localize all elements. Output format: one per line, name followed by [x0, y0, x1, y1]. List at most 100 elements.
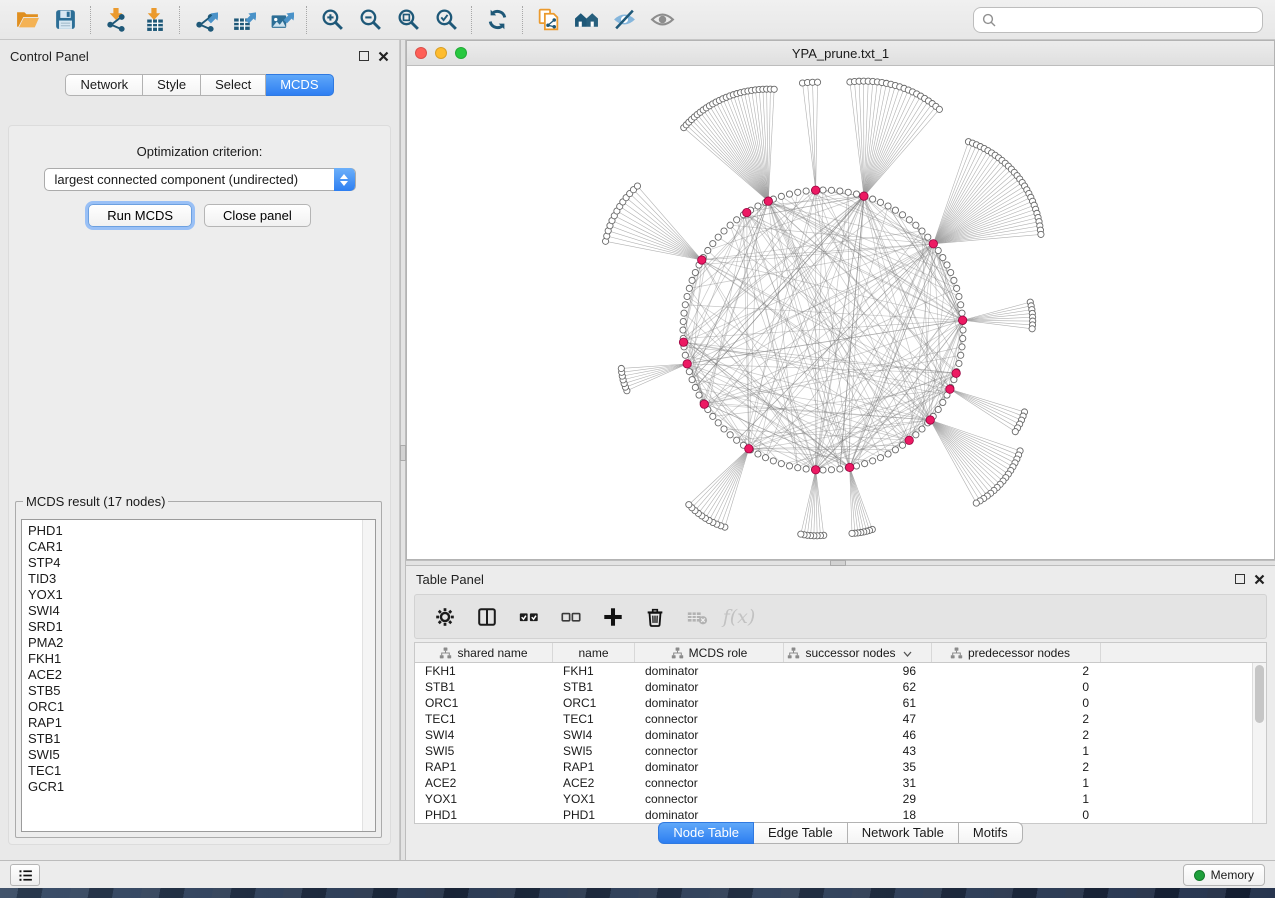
table-cell[interactable]: SWI4 — [415, 727, 553, 743]
task-history-button[interactable] — [10, 864, 40, 886]
table-cell[interactable]: SWI4 — [553, 727, 635, 743]
table-cell[interactable]: TEC1 — [415, 711, 553, 727]
mcds-result-item[interactable]: CAR1 — [28, 539, 375, 555]
table-cell[interactable]: ORC1 — [415, 695, 553, 711]
table-cell[interactable]: SWI5 — [553, 743, 635, 759]
first-neighbors-button[interactable] — [567, 4, 605, 36]
table-cell[interactable]: 1 — [932, 791, 1101, 807]
hide-selected-button[interactable] — [605, 4, 643, 36]
tab-network-table[interactable]: Network Table — [848, 822, 959, 844]
column-header-MCDS-role[interactable]: MCDS role — [635, 643, 784, 662]
table-cell[interactable]: STB1 — [553, 679, 635, 695]
open-file-button[interactable] — [8, 4, 46, 36]
zoom-fit-button[interactable] — [389, 4, 427, 36]
table-row[interactable]: STB1STB1dominator620 — [415, 679, 1266, 695]
zoom-out-button[interactable] — [351, 4, 389, 36]
float-table-panel-icon[interactable] — [1235, 574, 1245, 584]
export-table-button[interactable] — [224, 4, 262, 36]
table-cell[interactable]: 2 — [932, 727, 1101, 743]
table-cell[interactable]: PHD1 — [415, 807, 553, 823]
export-image-button[interactable] — [262, 4, 300, 36]
table-cell[interactable]: RAP1 — [415, 759, 553, 775]
table-cell[interactable]: dominator — [635, 759, 784, 775]
mcds-result-item[interactable]: TID3 — [28, 571, 375, 587]
tab-select[interactable]: Select — [201, 74, 266, 96]
table-cell[interactable]: dominator — [635, 695, 784, 711]
mcds-result-item[interactable]: ACE2 — [28, 667, 375, 683]
table-cell[interactable]: 1 — [932, 743, 1101, 759]
select-all-rows-button[interactable] — [513, 600, 545, 634]
export-network-button[interactable] — [186, 4, 224, 36]
table-row[interactable]: ORC1ORC1dominator610 — [415, 695, 1266, 711]
table-row[interactable]: TEC1TEC1connector472 — [415, 711, 1266, 727]
column-header-predecessor-nodes[interactable]: predecessor nodes — [932, 643, 1101, 662]
table-cell[interactable]: 62 — [784, 679, 932, 695]
table-cell[interactable]: dominator — [635, 727, 784, 743]
table-cell[interactable]: 46 — [784, 727, 932, 743]
mcds-result-list[interactable]: PHD1CAR1STP4TID3YOX1SWI4SRD1PMA2FKH1ACE2… — [21, 519, 376, 832]
zoom-selected-button[interactable] — [427, 4, 465, 36]
table-scrollbar[interactable] — [1252, 663, 1266, 823]
tab-edge-table[interactable]: Edge Table — [754, 822, 848, 844]
mcds-result-item[interactable]: RAP1 — [28, 715, 375, 731]
table-cell[interactable]: ACE2 — [553, 775, 635, 791]
mcds-result-item[interactable]: SWI5 — [28, 747, 375, 763]
table-row[interactable]: ACE2ACE2connector311 — [415, 775, 1266, 791]
deselect-all-rows-button[interactable] — [555, 600, 587, 634]
table-cell[interactable]: dominator — [635, 679, 784, 695]
memory-button[interactable]: Memory — [1183, 864, 1265, 886]
tab-motifs[interactable]: Motifs — [959, 822, 1023, 844]
table-row[interactable]: YOX1YOX1connector291 — [415, 791, 1266, 807]
table-cell[interactable]: connector — [635, 711, 784, 727]
mcds-result-item[interactable]: SRD1 — [28, 619, 375, 635]
table-cell[interactable]: 2 — [932, 711, 1101, 727]
save-session-button[interactable] — [46, 4, 84, 36]
mcds-result-item[interactable]: STP4 — [28, 555, 375, 571]
table-cell[interactable]: connector — [635, 775, 784, 791]
close-table-panel-icon[interactable] — [1254, 574, 1265, 585]
clone-network-button[interactable] — [529, 4, 567, 36]
table-row[interactable]: SWI5SWI5connector431 — [415, 743, 1266, 759]
column-header-name[interactable]: name — [553, 643, 635, 662]
table-cell[interactable]: FKH1 — [415, 663, 553, 679]
table-cell[interactable]: 29 — [784, 791, 932, 807]
import-table-button[interactable] — [135, 4, 173, 36]
mcds-result-item[interactable]: STB5 — [28, 683, 375, 699]
show-all-button[interactable] — [643, 4, 681, 36]
mcds-result-item[interactable]: YOX1 — [28, 587, 375, 603]
column-header-shared-name[interactable]: shared name — [415, 643, 553, 662]
mcds-list-scrollbar[interactable] — [362, 520, 375, 831]
delete-column-button[interactable] — [639, 600, 671, 634]
table-row[interactable]: PHD1PHD1dominator180 — [415, 807, 1266, 823]
table-cell[interactable]: YOX1 — [553, 791, 635, 807]
tab-mcds[interactable]: MCDS — [266, 74, 333, 96]
mcds-result-item[interactable]: GCR1 — [28, 779, 375, 795]
import-network-button[interactable] — [97, 4, 135, 36]
mcds-result-item[interactable]: PHD1 — [28, 523, 375, 539]
table-cell[interactable]: 1 — [932, 775, 1101, 791]
refresh-layout-button[interactable] — [478, 4, 516, 36]
search-box[interactable] — [973, 7, 1263, 33]
toggle-panel-button[interactable] — [471, 600, 503, 634]
mcds-result-item[interactable]: ORC1 — [28, 699, 375, 715]
table-cell[interactable]: 0 — [932, 679, 1101, 695]
search-input[interactable] — [1002, 13, 1254, 28]
table-cell[interactable]: connector — [635, 791, 784, 807]
table-scrollbar-thumb[interactable] — [1255, 665, 1264, 723]
table-cell[interactable]: 0 — [932, 695, 1101, 711]
mcds-result-item[interactable]: TEC1 — [28, 763, 375, 779]
table-cell[interactable]: 31 — [784, 775, 932, 791]
optimization-criterion-dropdown[interactable]: largest connected component (undirected) — [44, 168, 356, 191]
table-cell[interactable]: TEC1 — [553, 711, 635, 727]
mcds-result-item[interactable]: FKH1 — [28, 651, 375, 667]
table-cell[interactable]: RAP1 — [553, 759, 635, 775]
mcds-result-item[interactable]: SWI4 — [28, 603, 375, 619]
table-cell[interactable]: 61 — [784, 695, 932, 711]
close-panel-button[interactable]: Close panel — [204, 204, 311, 227]
table-cell[interactable]: 47 — [784, 711, 932, 727]
table-cell[interactable]: PHD1 — [553, 807, 635, 823]
table-cell[interactable]: FKH1 — [553, 663, 635, 679]
table-cell[interactable]: SWI5 — [415, 743, 553, 759]
table-cell[interactable]: ORC1 — [553, 695, 635, 711]
table-cell[interactable]: ACE2 — [415, 775, 553, 791]
